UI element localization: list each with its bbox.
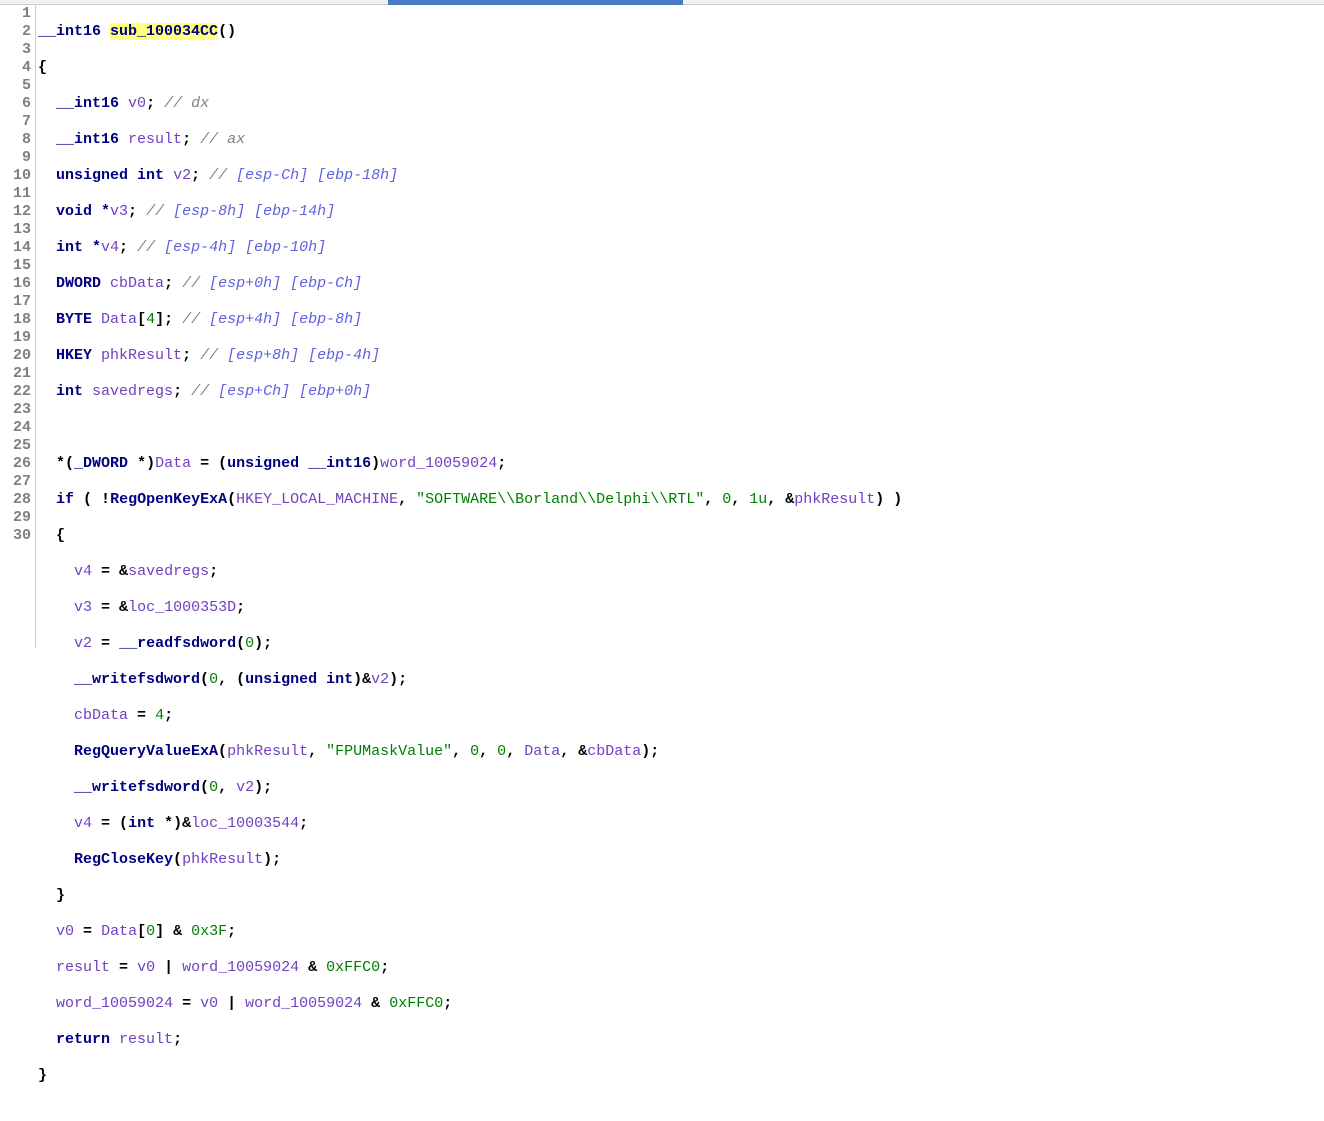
line-number: 5 — [0, 77, 31, 95]
line-number: 17 — [0, 293, 31, 311]
line-number: 12 — [0, 203, 31, 221]
line-number-gutter: 1234567891011121314151617181920212223242… — [0, 5, 36, 648]
code-area: 1234567891011121314151617181920212223242… — [0, 5, 1324, 648]
line-number: 23 — [0, 401, 31, 419]
line-number: 16 — [0, 275, 31, 293]
function-name-highlighted[interactable]: sub_100034CC — [110, 23, 218, 40]
line-number: 30 — [0, 527, 31, 545]
line-number: 9 — [0, 149, 31, 167]
line-number: 27 — [0, 473, 31, 491]
line-number: 22 — [0, 383, 31, 401]
line-number: 19 — [0, 329, 31, 347]
line-number: 2 — [0, 23, 31, 41]
line-number: 18 — [0, 311, 31, 329]
line-number: 6 — [0, 95, 31, 113]
type-keyword: __int16 — [38, 23, 101, 40]
line-number: 28 — [0, 491, 31, 509]
line-number: 4 — [0, 59, 31, 77]
line-number: 13 — [0, 221, 31, 239]
line-number: 1 — [0, 5, 31, 23]
tab-indicator[interactable] — [388, 0, 683, 5]
line-number: 15 — [0, 257, 31, 275]
line-number: 10 — [0, 167, 31, 185]
line-number: 21 — [0, 365, 31, 383]
line-number: 24 — [0, 419, 31, 437]
line-number: 14 — [0, 239, 31, 257]
line-number: 7 — [0, 113, 31, 131]
code-content[interactable]: __int16 sub_100034CC() { __int16 v0; // … — [36, 5, 1324, 648]
line-number: 20 — [0, 347, 31, 365]
line-number: 25 — [0, 437, 31, 455]
line-number: 8 — [0, 131, 31, 149]
line-number: 3 — [0, 41, 31, 59]
line-number: 26 — [0, 455, 31, 473]
line-number: 11 — [0, 185, 31, 203]
line-number: 29 — [0, 509, 31, 527]
